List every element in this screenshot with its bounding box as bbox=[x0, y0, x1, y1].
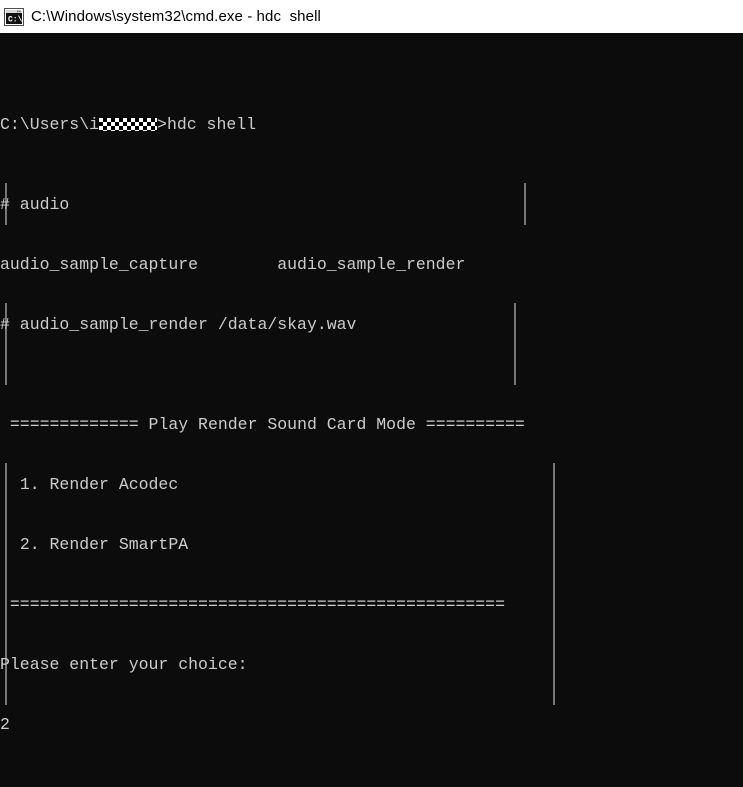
redacted-username bbox=[99, 118, 158, 131]
output-line-runcmd: # audio_sample_render /data/skay.wav bbox=[0, 315, 357, 334]
menu-item[interactable]: 1. Render Acodec bbox=[0, 475, 545, 495]
prompt-path: C:\Users\i bbox=[0, 115, 100, 134]
prompt-line: C:\Users\i >hdc shell bbox=[0, 115, 545, 135]
menu-1-item-2-label: 2. Render SmartPA bbox=[19, 535, 189, 554]
menu-1-entered-value: 2 bbox=[0, 715, 10, 734]
menu-1-bottom-rule-text: ========================================… bbox=[9, 595, 505, 614]
output-line-audio: # audio bbox=[0, 195, 70, 214]
cmd-console-icon: C:\ bbox=[4, 7, 24, 26]
menu-1-bottom-rule: ========================================… bbox=[0, 595, 545, 615]
prompt-command: hdc shell bbox=[166, 115, 257, 134]
menu-1-item-1-label: 1. Render Acodec bbox=[19, 475, 179, 494]
window-titlebar[interactable]: C:\ C:\Windows\system32\cmd.exe - hdc sh… bbox=[0, 0, 743, 33]
menu-1-leading-rule: ============= bbox=[9, 415, 139, 434]
prompt-caret: > bbox=[157, 115, 167, 134]
svg-text:C:\: C:\ bbox=[8, 15, 23, 24]
menu-item[interactable]: 2. Render SmartPA bbox=[0, 535, 545, 555]
output-line-binaries: audio_sample_capture audio_sample_render bbox=[0, 255, 466, 274]
window-title: C:\Windows\system32\cmd.exe - hdc shell bbox=[31, 8, 321, 25]
menu-1-trailing-rule: ========== bbox=[425, 415, 525, 434]
terminal-console[interactable]: C:\Users\i >hdc shell # audio audio_sampl… bbox=[0, 33, 743, 787]
console-output: C:\Users\i >hdc shell # audio audio_sampl… bbox=[0, 33, 545, 787]
menu-1-header: ============= Play Render Sound Card Mod… bbox=[0, 415, 545, 435]
menu-3-right-border bbox=[553, 463, 555, 705]
menu-1-title: Play Render Sound Card Mode bbox=[148, 415, 416, 434]
menu-1-prompt: Please enter your choice: bbox=[0, 655, 248, 674]
